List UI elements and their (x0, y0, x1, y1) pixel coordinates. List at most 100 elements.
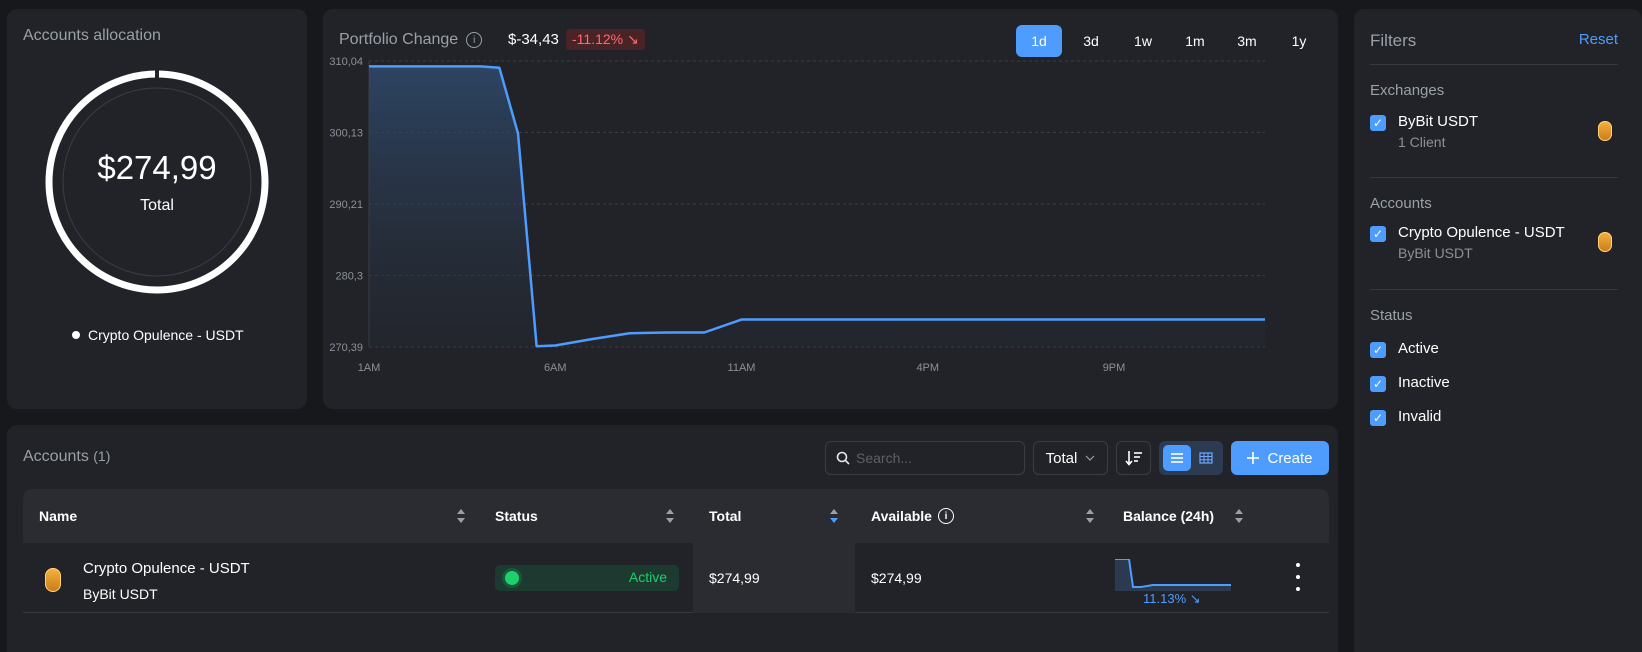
table-row[interactable]: Crypto Opulence - USDT ByBit USDT Active… (23, 543, 1329, 613)
accounts-section-label: Accounts (1370, 195, 1432, 212)
legend-dot-icon (72, 331, 80, 339)
available-header-text: Available (871, 508, 932, 524)
range-selector: 1d 3d 1w 1m 3m 1y (1016, 25, 1322, 57)
balance-change: 11.13% ↘ (1143, 591, 1201, 607)
accounts-title-text: Accounts (23, 448, 89, 465)
filters-divider (1370, 177, 1618, 178)
range-1d-button[interactable]: 1d (1016, 25, 1062, 57)
status-dot-icon (505, 571, 519, 585)
checkbox-checked-icon[interactable]: ✓ (1370, 115, 1386, 131)
exchanges-section-label: Exchanges (1370, 82, 1445, 99)
arrow-down-right-icon: ↘ (627, 31, 639, 47)
range-3m-button[interactable]: 3m (1224, 25, 1270, 57)
exchange-title: ByBit USDT (1398, 113, 1479, 130)
grid-view-button[interactable] (1192, 445, 1220, 471)
status-option-label: Inactive (1398, 374, 1450, 391)
status-badge: Active (495, 565, 679, 591)
y-tick-label: 280,3 (335, 271, 363, 283)
plus-icon (1247, 452, 1260, 464)
portfolio-change-pct-badge: -11.12% ↘ (566, 29, 645, 50)
table-header: Name Status Total Available i Balance (2… (23, 489, 1329, 543)
filter-status-active[interactable]: ✓ Active (1370, 340, 1618, 358)
allocation-legend[interactable]: Crypto Opulence - USDT (72, 327, 244, 343)
column-header-status[interactable]: Status (495, 508, 538, 524)
select-value: Total (1045, 449, 1078, 467)
portfolio-change-value: $-34,43 (508, 31, 559, 48)
filter-exchange-bybit[interactable]: ✓ ByBit USDT 1 Client (1370, 113, 1618, 150)
sort-descending-icon (1124, 451, 1142, 466)
view-toggle (1159, 441, 1223, 475)
sort-icon[interactable] (665, 507, 675, 525)
row-exchange-name: ByBit USDT (83, 586, 158, 602)
row-available: $274,99 (871, 570, 922, 586)
x-tick-label: 1AM (358, 362, 381, 374)
range-1w-button[interactable]: 1w (1120, 25, 1166, 57)
chevron-down-icon (1085, 455, 1095, 461)
portfolio-change-pct: -11.12% (572, 31, 624, 47)
legend-label: Crypto Opulence - USDT (88, 327, 244, 343)
arrow-down-right-icon: ↘ (1189, 591, 1201, 606)
sort-button[interactable] (1116, 441, 1151, 475)
sort-active-icon[interactable] (829, 507, 839, 525)
column-header-name[interactable]: Name (39, 508, 77, 524)
row-menu-button[interactable] (1295, 563, 1301, 591)
portfolio-change-panel: 310,04 300,13 290,21 280,3 270,39 1AM 6AM 11AM 4… (323, 9, 1338, 409)
column-header-total[interactable]: Total (709, 508, 741, 524)
sort-icon[interactable] (456, 507, 466, 525)
x-tick-label: 11AM (728, 362, 756, 374)
sort-icon[interactable] (1085, 507, 1095, 525)
range-3d-button[interactable]: 3d (1068, 25, 1114, 57)
total-select[interactable]: Total (1033, 441, 1108, 475)
checkbox-checked-icon[interactable]: ✓ (1370, 410, 1386, 426)
kebab-dot (1296, 575, 1300, 579)
portfolio-title-text: Portfolio Change (339, 31, 459, 48)
filter-status-invalid[interactable]: ✓ Invalid (1370, 408, 1618, 426)
coin-icon (1598, 121, 1612, 141)
checkbox-checked-icon[interactable]: ✓ (1370, 376, 1386, 392)
accounts-title: Accounts (1) (23, 448, 110, 466)
x-tick-label: 9PM (1103, 362, 1126, 374)
total-cell: $274,99 (693, 543, 855, 613)
filter-status-inactive[interactable]: ✓ Inactive (1370, 374, 1618, 392)
column-header-balance[interactable]: Balance (24h) (1123, 508, 1214, 524)
column-header-available[interactable]: Available i (871, 508, 954, 524)
info-icon[interactable]: i (937, 508, 954, 524)
y-tick-label: 290,21 (329, 199, 363, 211)
grid-icon (1198, 452, 1213, 464)
sort-icon[interactable] (1234, 507, 1244, 525)
accounts-panel: Accounts (1) Total (7, 425, 1338, 652)
allocation-total-value: $274,99 (97, 149, 217, 186)
account-title: Crypto Opulence - USDT (1398, 224, 1565, 241)
checkbox-checked-icon[interactable]: ✓ (1370, 226, 1386, 242)
create-button[interactable]: Create (1231, 441, 1329, 475)
filter-account-crypto-opulence[interactable]: ✓ Crypto Opulence - USDT ByBit USDT (1370, 224, 1618, 261)
x-tick-label: 6AM (544, 362, 567, 374)
x-tick-label: 4PM (916, 362, 939, 374)
filters-divider (1370, 64, 1618, 65)
info-icon[interactable]: i (466, 32, 483, 48)
kebab-dot (1296, 587, 1300, 591)
account-subtitle: ByBit USDT (1398, 245, 1473, 261)
exchange-subtitle: 1 Client (1398, 134, 1446, 150)
balance-change-pct: 11.13% (1143, 591, 1187, 606)
row-account-name[interactable]: Crypto Opulence - USDT (83, 560, 250, 577)
range-1y-button[interactable]: 1y (1276, 25, 1322, 57)
y-tick-label: 300,13 (329, 128, 363, 140)
series-area (369, 66, 1265, 347)
reset-filters-link[interactable]: Reset (1579, 31, 1618, 48)
row-total: $274,99 (709, 570, 760, 586)
filters-title: Filters (1370, 31, 1417, 50)
search-input[interactable] (856, 450, 1016, 466)
search-icon (836, 451, 850, 465)
range-1m-button[interactable]: 1m (1172, 25, 1218, 57)
coin-icon (45, 568, 61, 592)
filters-divider (1370, 289, 1618, 290)
allocation-total-label: Total (140, 197, 174, 214)
search-box[interactable] (825, 441, 1025, 475)
create-label: Create (1267, 449, 1313, 467)
coin-icon (1598, 232, 1612, 252)
checkbox-checked-icon[interactable]: ✓ (1370, 342, 1386, 358)
portfolio-title: Portfolio Change i (339, 31, 483, 49)
list-view-button[interactable] (1162, 445, 1191, 471)
status-section-label: Status (1370, 307, 1413, 324)
